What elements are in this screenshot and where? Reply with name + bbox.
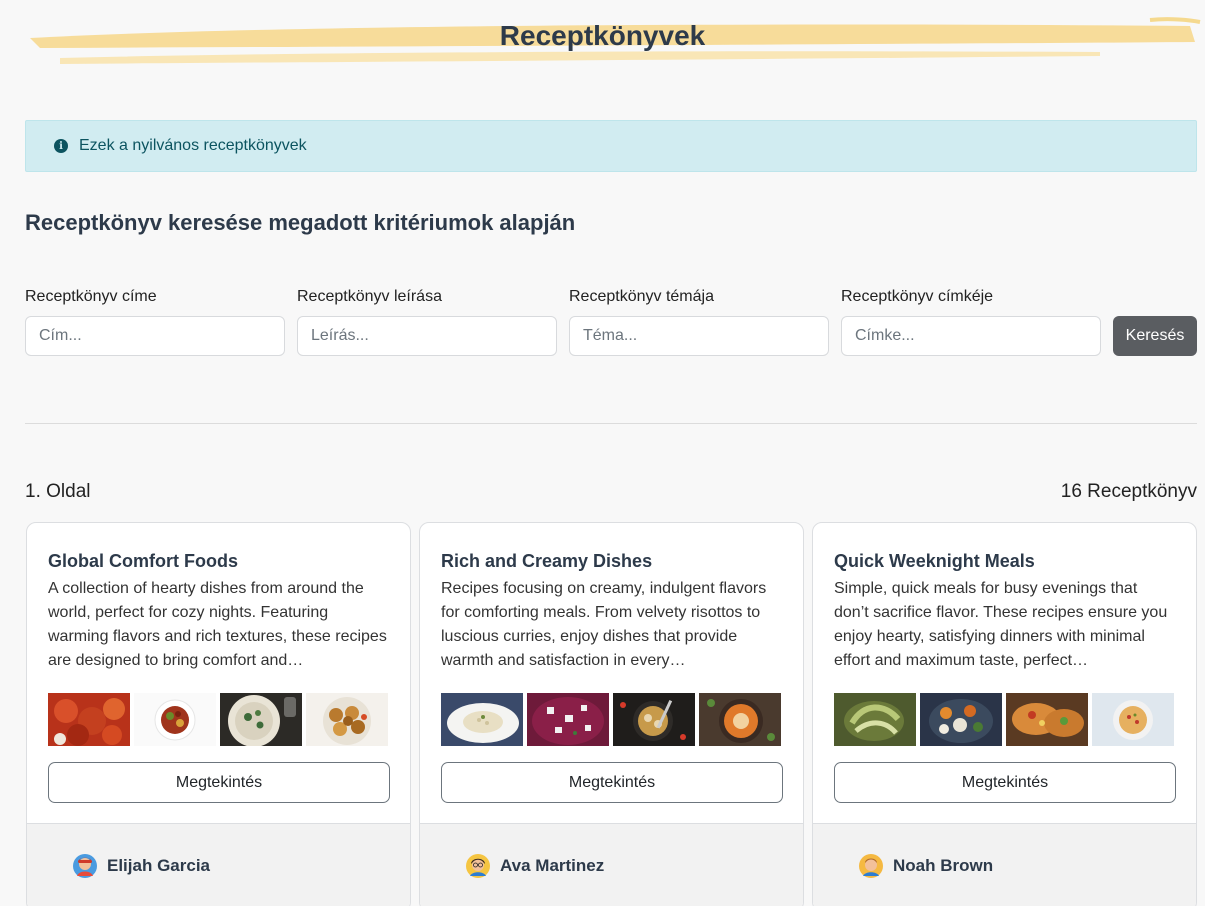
search-button[interactable]: Keresés	[1113, 316, 1197, 356]
result-count-label: 16 Receptkönyv	[1060, 481, 1197, 502]
card-description: Recipes focusing on creamy, indulgent fl…	[441, 580, 767, 669]
author-name: Ava Martinez	[500, 856, 605, 875]
recipe-thumbnails	[48, 693, 389, 746]
recipe-thumbnail	[220, 693, 302, 746]
card-footer: Ava Martinez	[420, 823, 803, 906]
title-field-label: Receptkönyv címe	[25, 288, 157, 305]
view-button[interactable]: Megtekintés	[48, 762, 390, 803]
card-title: Rich and Creamy Dishes	[441, 551, 653, 571]
card-footer: Noah Brown	[813, 823, 1196, 906]
recipe-thumbnail	[1092, 693, 1174, 746]
author-avatar	[73, 854, 97, 878]
author-avatar	[859, 854, 883, 878]
recipe-thumbnail	[699, 693, 781, 746]
tag-field-label: Receptkönyv címkéje	[841, 288, 994, 305]
recipe-thumbnail	[134, 693, 216, 746]
alert-text: Ezek a nyilvános receptkönyvek	[79, 137, 307, 154]
recipe-thumbnail	[48, 693, 130, 746]
search-heading: Receptkönyv keresése megadott kritériumo…	[25, 210, 576, 235]
recipe-thumbnail	[613, 693, 695, 746]
page-number-label: 1. Oldal	[25, 481, 91, 502]
page-title: Receptkönyvek	[499, 20, 706, 51]
section-divider	[25, 423, 1197, 424]
recipe-thumbnail	[527, 693, 609, 746]
recipe-book-card: Rich and Creamy Dishes Recipes focusing …	[419, 522, 804, 906]
author-name: Elijah Garcia	[107, 856, 210, 875]
card-description: Simple, quick meals for busy evenings th…	[834, 580, 1168, 669]
recipe-thumbnail	[1006, 693, 1088, 746]
description-field-label: Receptkönyv leírása	[297, 288, 442, 305]
description-input[interactable]	[297, 316, 557, 356]
recipe-book-card: Quick Weeknight Meals Simple, quick meal…	[812, 522, 1197, 906]
recipe-thumbnail	[834, 693, 916, 746]
recipe-thumbnail	[441, 693, 523, 746]
card-title: Quick Weeknight Meals	[834, 551, 1035, 571]
tag-input[interactable]	[841, 316, 1101, 356]
title-input[interactable]	[25, 316, 285, 356]
card-description: A collection of hearty dishes from aroun…	[48, 580, 387, 669]
recipe-book-card: Global Comfort Foods A collection of hea…	[26, 522, 411, 906]
card-title: Global Comfort Foods	[48, 551, 238, 571]
recipe-thumbnails	[441, 693, 782, 746]
theme-input[interactable]	[569, 316, 829, 356]
theme-field-label: Receptkönyv témája	[569, 288, 714, 305]
recipe-thumbnail	[920, 693, 1002, 746]
info-circle-icon: i	[54, 139, 68, 153]
info-alert: i Ezek a nyilvános receptkönyvek	[25, 120, 1197, 172]
card-footer: Elijah Garcia	[27, 823, 410, 906]
view-button[interactable]: Megtekintés	[834, 762, 1176, 803]
recipe-thumbnail	[306, 693, 388, 746]
author-avatar	[466, 854, 490, 878]
recipe-thumbnails	[834, 693, 1175, 746]
author-name: Noah Brown	[893, 856, 994, 875]
view-button[interactable]: Megtekintés	[441, 762, 783, 803]
